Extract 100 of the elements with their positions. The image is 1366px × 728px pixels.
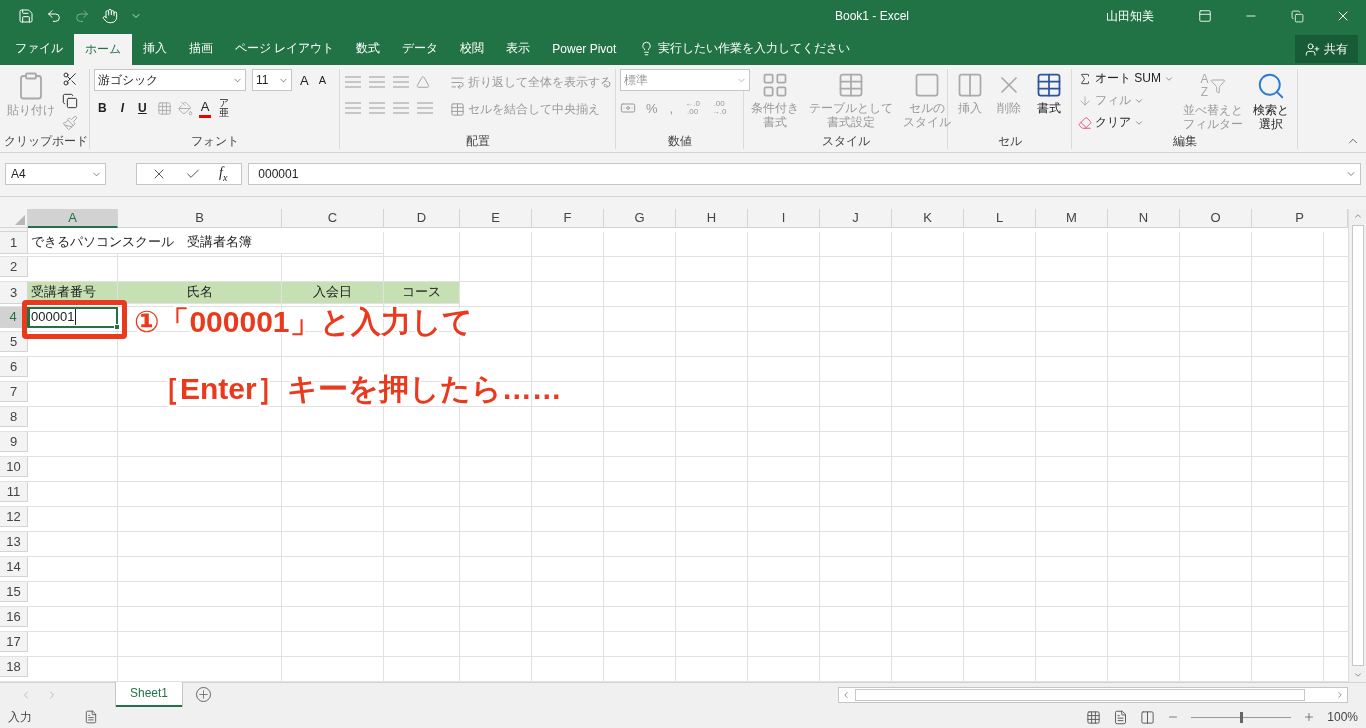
- group-label: セル: [996, 133, 1023, 149]
- table-cell: できるパソコンスクール 受講者名簿: [28, 231, 384, 254]
- column-header[interactable]: J: [820, 208, 892, 229]
- undo-icon[interactable]: [46, 8, 62, 24]
- eraser-icon: [1078, 115, 1092, 130]
- row-header[interactable]: 5: [0, 331, 28, 353]
- row-header[interactable]: 16: [0, 606, 28, 628]
- share-button[interactable]: 共有: [1295, 35, 1358, 63]
- formula-field[interactable]: 000001: [248, 163, 1361, 186]
- ribbon-tab[interactable]: 描画: [178, 32, 224, 65]
- column-header[interactable]: K: [892, 208, 964, 229]
- tell-me-field[interactable]: 実行したい作業を入力してください: [658, 40, 851, 57]
- scissors-icon[interactable]: [62, 71, 78, 87]
- column-header[interactable]: D: [384, 208, 460, 229]
- person-plus-icon: [1305, 41, 1320, 57]
- column-header[interactable]: E: [460, 208, 532, 229]
- table-cell: 入会日: [282, 281, 384, 304]
- column-header[interactable]: P: [1252, 208, 1348, 229]
- ribbon-tab[interactable]: ファイル: [4, 32, 74, 65]
- row-header[interactable]: 17: [0, 631, 28, 653]
- align-middle-icon[interactable]: [368, 75, 386, 89]
- ribbon-tab[interactable]: データ: [391, 32, 450, 65]
- column-header[interactable]: H: [676, 208, 748, 229]
- align-bottom-icon[interactable]: [392, 75, 410, 89]
- edit-menu-button[interactable]: 検索と 選択: [1250, 69, 1292, 133]
- column-header[interactable]: A: [28, 208, 118, 229]
- restore-icon: [1290, 9, 1304, 23]
- row-header[interactable]: 10: [0, 456, 28, 478]
- page-break-icon[interactable]: [1140, 709, 1156, 725]
- table-icon: [837, 71, 865, 99]
- cell-button[interactable]: 書式: [1032, 69, 1067, 133]
- ribbon-tab[interactable]: ページ レイアウト: [224, 32, 346, 65]
- copy-icon[interactable]: [62, 93, 78, 109]
- row-header[interactable]: 11: [0, 481, 28, 503]
- sheet-tab[interactable]: Sheet1: [116, 680, 183, 707]
- name-box[interactable]: A4: [5, 163, 106, 186]
- corner-triangle-icon: [15, 215, 25, 226]
- edit-button[interactable]: クリア: [1076, 113, 1176, 132]
- row-header[interactable]: 3: [0, 281, 28, 304]
- zoom-thumb[interactable]: [1240, 711, 1244, 723]
- column-header[interactable]: L: [964, 208, 1036, 229]
- ribbon-tab[interactable]: 挿入: [132, 32, 178, 65]
- phonetic-button[interactable]: ア 亜: [217, 97, 232, 119]
- row-header[interactable]: 13: [0, 531, 28, 553]
- row-header[interactable]: 14: [0, 556, 28, 578]
- horizontal-scrollbar[interactable]: [838, 686, 1348, 703]
- group-label: 配置: [464, 133, 491, 149]
- page-layout-icon[interactable]: [1113, 709, 1129, 725]
- font-size-field[interactable]: 11: [252, 69, 292, 91]
- align-center-icon[interactable]: [368, 101, 386, 115]
- align-left-icon[interactable]: [344, 101, 362, 115]
- align-right-icon[interactable]: [392, 101, 410, 115]
- paint-bucket-icon[interactable]: [177, 100, 193, 116]
- status-mode: 入力: [8, 708, 32, 726]
- row-header[interactable]: 9: [0, 431, 28, 453]
- font-style-button[interactable]: B: [94, 100, 111, 116]
- ribbon-tab[interactable]: 校閲: [449, 32, 496, 65]
- font-color-button[interactable]: A: [198, 98, 212, 118]
- grow-font-button[interactable]: A: [298, 71, 311, 89]
- column-header[interactable]: M: [1036, 208, 1108, 229]
- row-header[interactable]: 18: [0, 656, 28, 678]
- row-header[interactable]: 6: [0, 356, 28, 378]
- touch-mode-icon[interactable]: [102, 8, 118, 24]
- borders-icon[interactable]: [156, 100, 172, 116]
- font-style-button[interactable]: U: [134, 100, 151, 116]
- row-header[interactable]: 7: [0, 381, 28, 403]
- indent-icon[interactable]: [416, 101, 434, 115]
- fx-button[interactable]: f$_{x}$: [219, 165, 228, 184]
- row-header[interactable]: 2: [0, 256, 28, 278]
- column-header[interactable]: G: [604, 208, 676, 229]
- row-header[interactable]: 8: [0, 406, 28, 428]
- align-top-icon[interactable]: [344, 75, 362, 89]
- edit-button[interactable]: オート SUM: [1076, 69, 1176, 88]
- group-label: スタイル: [820, 133, 871, 149]
- column-header[interactable]: C: [282, 208, 384, 229]
- ribbon-tab[interactable]: 表示: [495, 32, 542, 65]
- column-header[interactable]: N: [1108, 208, 1180, 229]
- font-style-button[interactable]: I: [116, 100, 128, 116]
- currency-icon[interactable]: [620, 100, 636, 116]
- ribbon-tab[interactable]: 数式: [345, 32, 392, 65]
- row-header[interactable]: 12: [0, 506, 28, 528]
- save-icon[interactable]: [18, 8, 34, 24]
- column-header[interactable]: B: [118, 208, 282, 229]
- ribbon-tab[interactable]: Power Pivot: [541, 32, 628, 65]
- row-header[interactable]: 1: [0, 231, 28, 254]
- ribbon-tab[interactable]: ホーム: [74, 34, 132, 65]
- paintbrush-icon[interactable]: [62, 115, 78, 131]
- vertical-scrollbar[interactable]: [1348, 208, 1366, 682]
- sort-glyph: A Z: [1200, 73, 1209, 99]
- select-all-corner[interactable]: [0, 208, 28, 229]
- column-header[interactable]: I: [748, 208, 820, 229]
- normal-view-icon[interactable]: [1086, 709, 1102, 725]
- shrink-font-button[interactable]: A: [316, 73, 328, 87]
- column-header[interactable]: F: [532, 208, 604, 229]
- zoom-in-icon[interactable]: [1303, 711, 1316, 724]
- wrap-text-icon: [450, 75, 465, 90]
- font-name-field[interactable]: 游ゴシック: [94, 69, 246, 91]
- column-header[interactable]: O: [1180, 208, 1252, 229]
- redo-icon[interactable]: [74, 8, 90, 24]
- row-header[interactable]: 15: [0, 581, 28, 603]
